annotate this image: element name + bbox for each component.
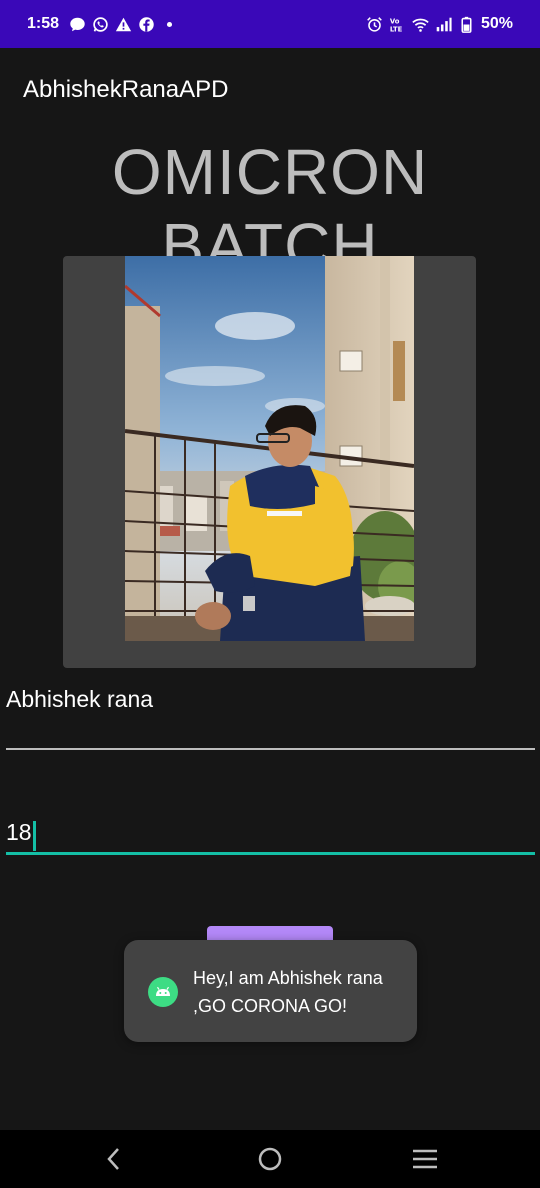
status-bar: 1:58 Vo LTE 50% <box>0 0 540 48</box>
age-field[interactable]: 18 <box>6 815 535 855</box>
text-cursor <box>32 820 36 851</box>
notification-icons <box>69 16 178 33</box>
wifi-icon <box>412 16 429 33</box>
signal-icon <box>435 16 452 33</box>
system-icons: Vo LTE 50% <box>366 15 513 33</box>
warning-icon <box>115 16 132 33</box>
age-field-value: 18 <box>6 819 32 845</box>
back-icon[interactable] <box>99 1144 129 1174</box>
dot-icon <box>161 16 178 33</box>
app-bar: AbhishekRanaAPD <box>0 48 540 132</box>
status-time: 1:58 <box>27 15 60 32</box>
android-icon <box>148 977 178 1007</box>
toast-message: Hey,I am Abhishek rana ,GO CORONA GO! <box>193 968 383 1016</box>
battery-percent: 50% <box>480 15 513 32</box>
battery-icon <box>458 16 475 33</box>
app-title: AbhishekRanaAPD <box>23 76 229 103</box>
volte-icon: Vo LTE <box>389 16 406 33</box>
svg-text:Vo: Vo <box>390 17 400 25</box>
alarm-icon <box>366 16 383 33</box>
photo-card <box>63 256 476 668</box>
facebook-icon <box>138 16 155 33</box>
name-field-value: Abhishek rana <box>6 686 154 712</box>
svg-text:LTE: LTE <box>390 25 403 33</box>
name-field[interactable]: Abhishek rana <box>6 682 535 750</box>
whatsapp-icon <box>92 16 109 33</box>
profile-photo <box>125 256 414 641</box>
home-icon[interactable] <box>255 1144 285 1174</box>
menu-icon[interactable] <box>410 1144 440 1174</box>
navigation-bar <box>0 1130 540 1188</box>
messages-icon <box>69 16 86 33</box>
toast: Hey,I am Abhishek rana ,GO CORONA GO! <box>124 940 417 1042</box>
